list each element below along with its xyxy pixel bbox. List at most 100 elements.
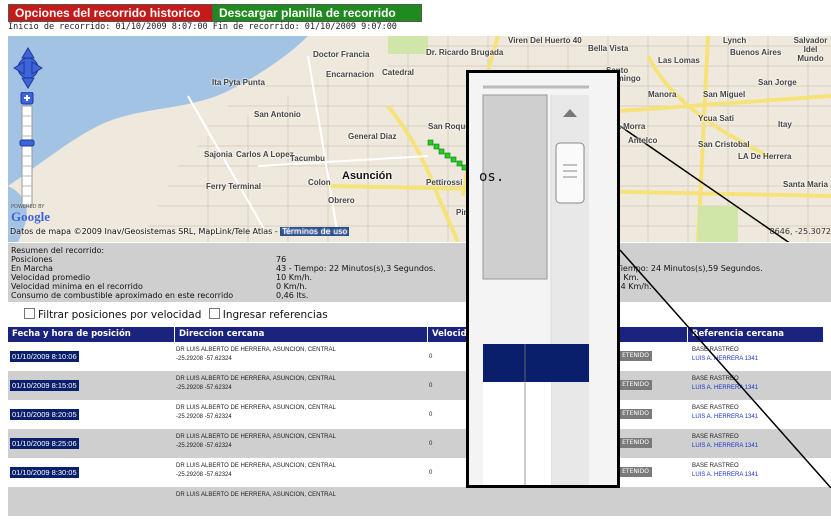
address-cell: DR LUIS ALBERTO DE HERRERA, ASUNCION, CE… — [176, 491, 336, 520]
map-place-label: San Roque — [428, 122, 470, 131]
address-line: DR LUIS ALBERTO DE HERRERA, ASUNCION, CE… — [176, 376, 336, 382]
map-place-label: Santa Maria — [783, 180, 828, 189]
map-place-label: Antelco — [628, 136, 658, 145]
summary-label: Velocidad minima en el recorrido — [11, 282, 143, 291]
map-place-label: Pettirossi — [426, 178, 463, 187]
reference-link[interactable]: LUIS A. HERRERA 1341 — [692, 355, 758, 364]
map-place-label: Tacumbu — [290, 154, 325, 163]
history-options-button[interactable]: Opciones del recorrido historico — [8, 4, 216, 22]
map-place-label: Encarnacion — [326, 70, 375, 79]
reference-name: BASE RASTREO — [692, 405, 739, 411]
reference-name: BASE RASTREO — [692, 434, 739, 440]
coordinates-line: -25.29208 -57.62324 — [176, 385, 232, 391]
scrollbar-thumb — [555, 142, 585, 204]
zoom-slider[interactable] — [19, 91, 35, 212]
table-row[interactable]: 01/10/2009 8:15:05 DR LUIS ALBERTO DE HER… — [8, 371, 831, 400]
table-row[interactable]: 01/10/2009 8:20:05 DR LUIS ALBERTO DE HER… — [8, 400, 831, 429]
address-line: DR LUIS ALBERTO DE HERRERA, ASUNCION, CE… — [176, 463, 336, 469]
position-datetime[interactable]: 01/10/2009 8:10:06 — [10, 351, 79, 362]
summary-label: Consumo de combustible aproximado en est… — [11, 291, 234, 300]
map-place-label: San Miguel — [703, 90, 746, 99]
coordinates-line: -25.29208 -57.62324 — [176, 414, 232, 420]
google-logo: Google — [11, 209, 50, 224]
summary-label: Posiciones — [11, 255, 53, 264]
position-datetime[interactable]: 01/10/2009 8:25:06 — [10, 438, 79, 449]
map-place-label: General Diaz — [348, 132, 397, 141]
summary-value: 10 Km/h. — [276, 273, 313, 282]
summary-value: 0 Km/h. — [276, 282, 307, 291]
map-place-label: Sajonia — [204, 150, 233, 159]
terms-of-use-link[interactable]: Términos de uso — [280, 227, 350, 236]
address-line: DR LUIS ALBERTO DE HERRERA, ASUNCION, CE… — [176, 347, 336, 353]
address-line: DR LUIS ALBERTO DE HERRERA, ASUNCION, CE… — [176, 405, 336, 411]
map-place-label: Buenos Aires — [730, 48, 782, 57]
address-line: DR LUIS ALBERTO DE HERRERA, ASUNCION, CE… — [176, 434, 336, 440]
map-place-label: LA De Herrera — [738, 152, 792, 161]
map-roads — [8, 36, 831, 242]
map-place-label: Ita Pyta Punta — [212, 78, 265, 87]
reference-name: BASE RASTREO — [692, 376, 739, 382]
summary-heading: Resumen del recorrido: — [11, 246, 105, 255]
map-place-label: Viren Del Huerto 40 — [508, 36, 582, 45]
trip-summary: Resumen del recorrido: Posiciones 76 En … — [8, 243, 831, 302]
map-place-label: Salvador Idel Mundo — [793, 36, 828, 63]
zoomed-scrollbar — [469, 73, 617, 485]
summary-value: 0,46 lts. — [276, 291, 309, 300]
position-datetime[interactable]: 01/10/2009 8:20:05 — [10, 409, 79, 420]
speed-filter-checkbox[interactable] — [24, 308, 35, 319]
speed-filter-label[interactable]: Filtrar posiciones por velocidad — [38, 309, 201, 321]
map-place-label: Ycua Sati — [698, 114, 735, 123]
table-row[interactable]: 01/10/2009 8:25:06 DR LUIS ALBERTO DE HER… — [8, 429, 831, 458]
position-datetime[interactable]: 01/10/2009 8:30:05 — [10, 467, 79, 478]
map-place-label: Bella Vista — [588, 44, 629, 53]
table-row[interactable]: DR LUIS ALBERTO DE HERRERA, ASUNCION, CE… — [8, 487, 831, 516]
zoom-slider-track-icon — [19, 91, 35, 207]
zoomed-text: os. — [479, 169, 505, 185]
references-checkbox[interactable] — [208, 308, 220, 319]
map-place-label: Las Lomas — [658, 56, 700, 65]
trip-period: Inicio de recorrido: 01/10/2009 8:07:00 … — [8, 22, 397, 32]
coordinates-line: -25.29208 -57.62324 — [176, 472, 232, 478]
summary-label: Velocidad promedio — [11, 273, 91, 282]
attribution-text: Datos de mapa ©2009 Inav/Geosistemas SRL… — [10, 227, 278, 236]
zoom-inset: os. — [466, 70, 620, 488]
pan-control-icon[interactable] — [12, 44, 44, 92]
column-header-reference: Referencia cercana — [687, 327, 823, 342]
map-place-label: Catedral — [382, 68, 415, 77]
map-place-label: San Jorge — [758, 78, 797, 87]
map-attribution: Datos de mapa ©2009 Inav/Geosistemas SRL… — [10, 227, 350, 236]
reference-link[interactable]: LUIS A. HERRERA 1341 — [692, 471, 758, 480]
map-place-label: San Antonio — [254, 110, 301, 119]
map-place-label: Dr. Ricardo Brugada — [426, 48, 504, 57]
references-label[interactable]: Ingresar referencias — [223, 309, 328, 321]
map-place-label: Ferry Terminal — [206, 182, 261, 191]
map-view[interactable]: Doctor Francia Dr. Ricardo Brugada Viren D… — [8, 36, 831, 242]
summary-value: 76 — [276, 255, 287, 264]
map-place-label: Itay — [778, 120, 792, 129]
map-place-label: Obrero — [328, 196, 355, 205]
map-place-label: Carlos A Lopez — [236, 150, 294, 159]
map-place-label: Asunción — [342, 170, 393, 182]
position-datetime[interactable]: 01/10/2009 8:15:05 — [10, 380, 79, 391]
reference-link[interactable]: LUIS A. HERRERA 1341 — [692, 384, 758, 393]
reference-link[interactable]: LUIS A. HERRERA 1341 — [692, 413, 758, 422]
address-line: DR LUIS ALBERTO DE HERRERA, ASUNCION, CE… — [176, 492, 336, 498]
coordinates-line: -25.29208 -57.62324 — [176, 443, 232, 449]
column-header-address: Direccion cercana — [174, 327, 427, 342]
table-row[interactable]: 01/10/2009 8:10:06 DR LUIS ALBERTO DE HER… — [8, 342, 831, 371]
reference-name: BASE RASTREO — [692, 463, 739, 469]
reference-link[interactable]: LUIS A. HERRERA 1341 — [692, 442, 758, 451]
coordinate-readout: 8646, -25.3072 — [769, 227, 831, 236]
filter-bar: Filtrar posiciones por velocidad Ingresa… — [24, 308, 328, 321]
summary-value: 43 - Tiempo: 22 Minutos(s),3 Segundos. — [276, 264, 436, 273]
summary-value-secondary: 7 - Tiempo: 24 Minutos(s),59 Segundos. — [603, 264, 763, 273]
summary-label: En Marcha — [11, 264, 53, 273]
map-place-label: Lynch — [723, 36, 747, 45]
map-place-label: Colon — [308, 178, 331, 187]
column-header-date: Fecha y hora de posición — [8, 327, 174, 342]
map-place-label: Manora — [648, 90, 677, 99]
table-row[interactable]: 01/10/2009 8:30:05 DR LUIS ALBERTO DE HER… — [8, 458, 831, 487]
map-place-label: Doctor Francia — [313, 50, 370, 59]
download-sheet-button[interactable]: Descargar planilla de recorrido — [212, 4, 422, 22]
coordinates-line: -25.29208 -57.62324 — [176, 356, 232, 362]
